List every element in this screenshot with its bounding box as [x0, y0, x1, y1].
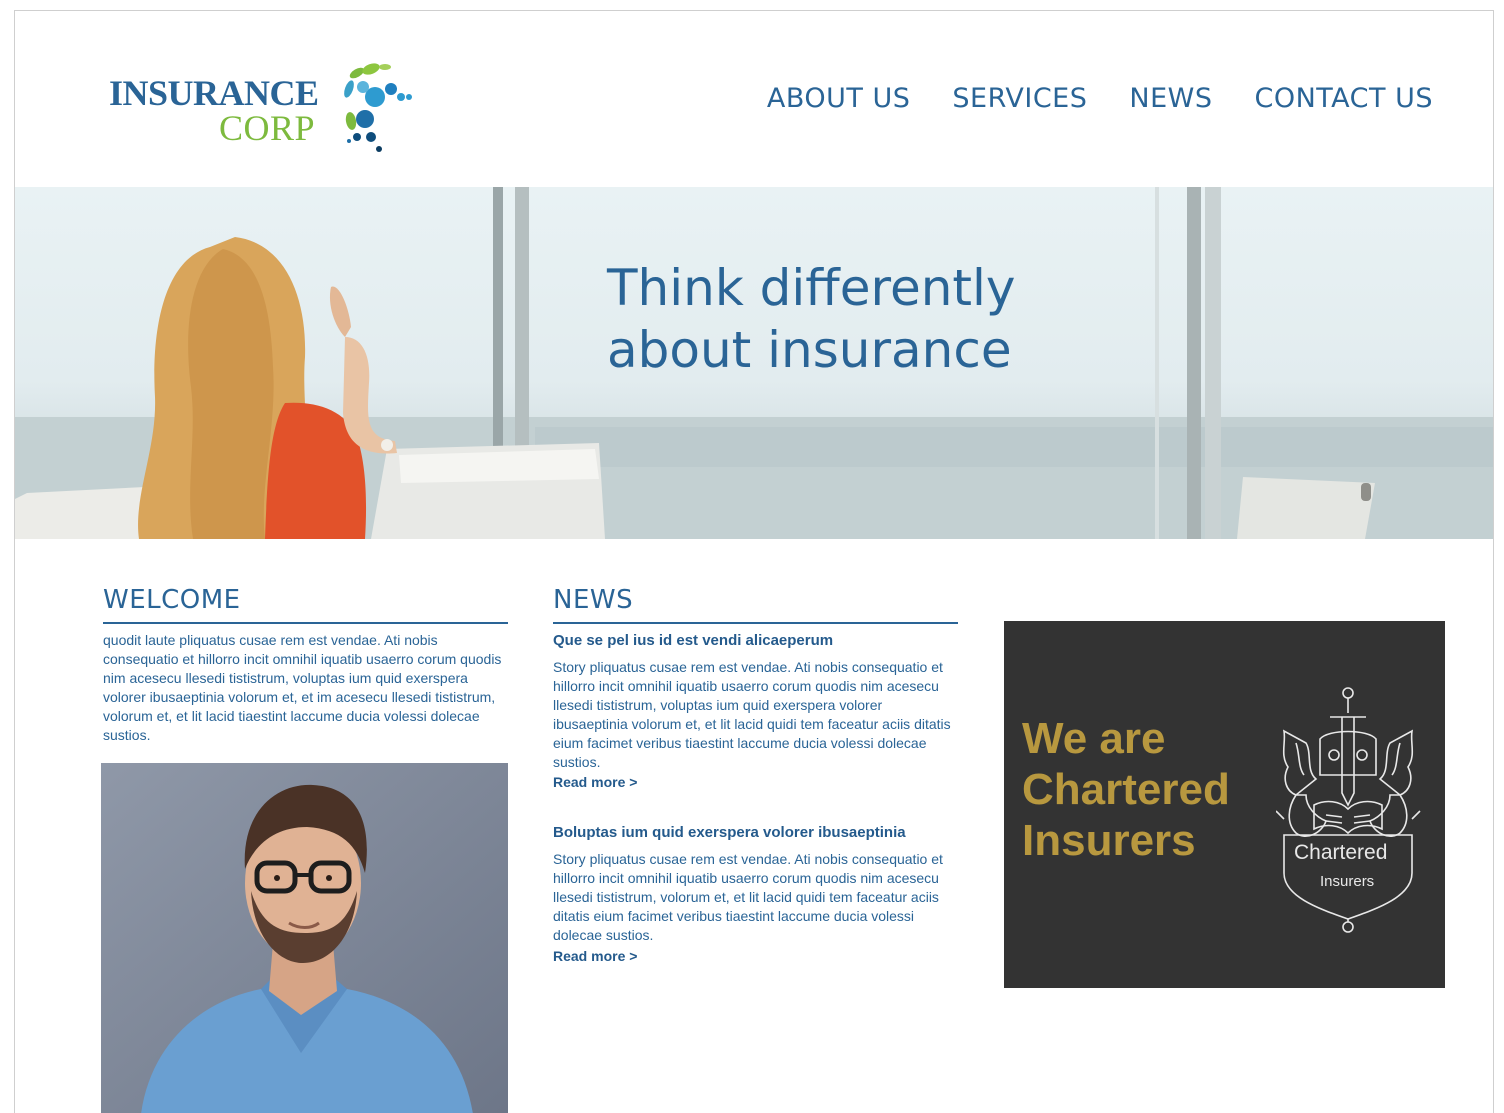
hero-banner: Think differently about insurance: [15, 187, 1493, 539]
news-item-1-title[interactable]: Que se pel ius id est vendi alicaeperum: [553, 632, 833, 649]
news-item-2-text: Story pliquatus cusae rem est vendae. At…: [553, 851, 943, 943]
nav-about-us[interactable]: ABOUT US: [767, 83, 911, 114]
hero-headline-line1: Think differently: [607, 259, 1016, 317]
welcome-text: quodit laute pliquatus cusae rem est ven…: [103, 632, 502, 743]
crest-label-insurers: Insurers: [1320, 873, 1375, 890]
news-item-2-title[interactable]: Boluptas ium quid exerspera volorer ibus…: [553, 824, 906, 841]
badge-line3: Insurers: [1022, 816, 1196, 865]
team-member-photo: [101, 763, 508, 1113]
badge-line1: We are: [1022, 714, 1166, 763]
page-frame: INSURANCE CORP ABOUT US SERVICES NEWS CO…: [14, 10, 1494, 1113]
welcome-heading: WELCOME: [103, 585, 241, 615]
news-heading: NEWS: [553, 585, 634, 615]
main-nav: ABOUT US SERVICES NEWS CONTACT US: [767, 83, 1433, 114]
site-header: INSURANCE CORP ABOUT US SERVICES NEWS CO…: [15, 11, 1493, 187]
logo-link[interactable]: INSURANCE CORP: [109, 59, 429, 159]
news-item-2-read-more-link[interactable]: Read more >: [553, 948, 637, 964]
crest-label-chartered: Chartered: [1294, 841, 1388, 864]
nav-services[interactable]: SERVICES: [952, 83, 1087, 114]
badge-headline: We are Chartered Insurers: [1022, 713, 1230, 866]
nav-contact-us[interactable]: CONTACT US: [1254, 83, 1433, 114]
news-divider: [553, 622, 958, 624]
badge-line2: Chartered: [1022, 765, 1230, 814]
nav-news[interactable]: NEWS: [1129, 83, 1212, 114]
welcome-divider: [103, 622, 508, 624]
hero-headline-line2: about insurance: [607, 321, 1012, 379]
heraldic-crest-icon: [1276, 687, 1421, 933]
chartered-insurers-badge: We are Chartered Insurers Chartered Insu…: [1004, 621, 1445, 988]
logo-text-corp: CORP: [219, 108, 316, 148]
hero-headline: Think differently about insurance: [607, 257, 1016, 381]
news-item-1-read-more-link[interactable]: Read more >: [553, 774, 637, 790]
news-item-1-text: Story pliquatus cusae rem est vendae. At…: [553, 659, 951, 770]
man-portrait-image: [101, 763, 508, 1113]
logo-dots-icon: [344, 63, 412, 152]
